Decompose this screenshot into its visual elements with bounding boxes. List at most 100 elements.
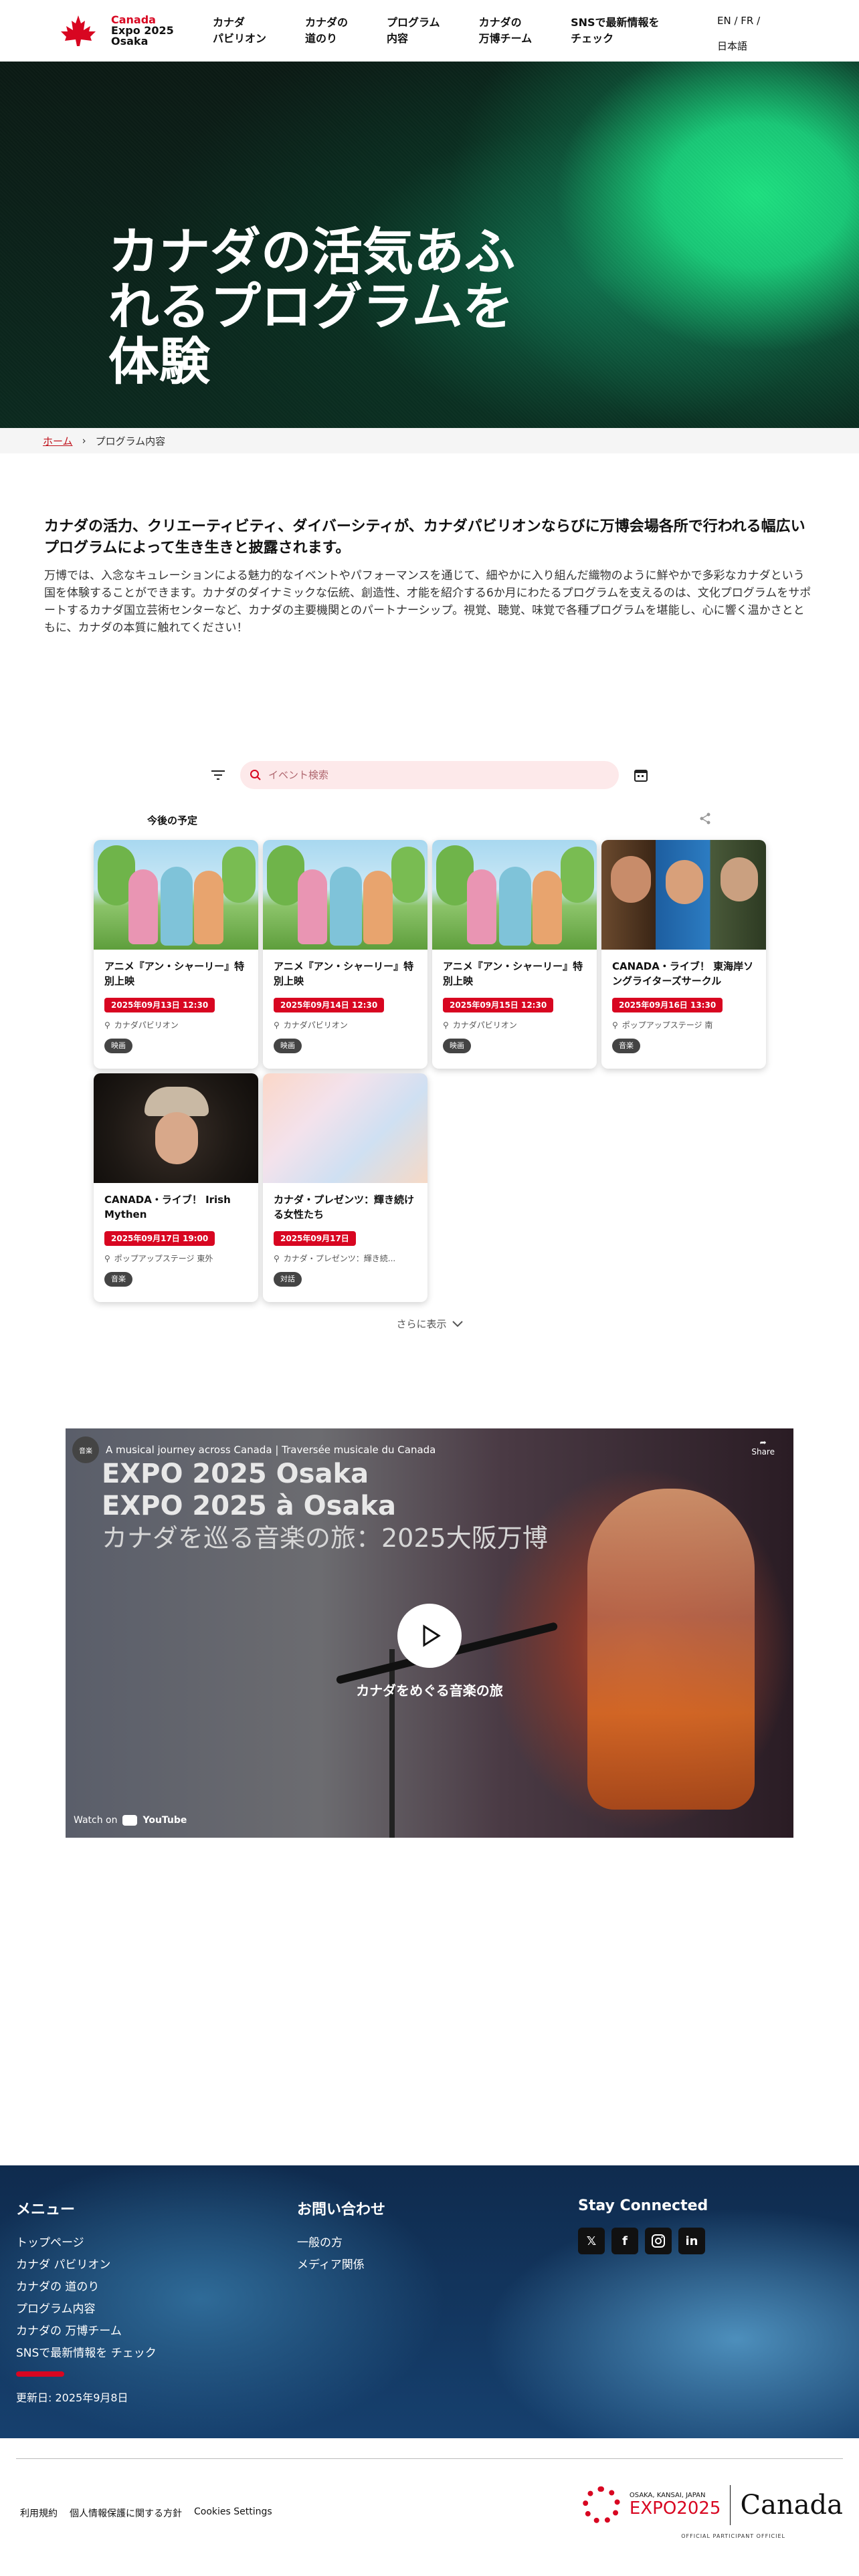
video-share-button[interactable]: ➦ Share xyxy=(751,1438,775,1457)
lang-ja[interactable]: 日本語 xyxy=(717,40,747,52)
footer-link-media[interactable]: メディア関係 xyxy=(297,2254,385,2276)
chevron-down-icon xyxy=(452,1320,463,1327)
footer-menu-title: メニュー xyxy=(16,2202,76,2218)
event-card[interactable]: アニメ『アン・シャーリー』特別上映 2025年09月14日 12:30 ⚲ カナダ… xyxy=(263,840,427,1069)
footer-link-sns[interactable]: SNSで最新情報を チェック xyxy=(16,2343,157,2365)
maple-leaf-icon xyxy=(61,15,96,46)
x-twitter-icon[interactable]: 𝕏 xyxy=(578,2228,605,2254)
play-button[interactable] xyxy=(397,1604,462,1668)
location-pin-icon: ⚲ xyxy=(104,1020,110,1030)
site-footer: メニュー トップページ カナダ パビリオン カナダの 道のり プログラム内容 カ… xyxy=(0,2165,859,2438)
event-image-songwriters xyxy=(601,840,766,950)
event-tag: 映画 xyxy=(274,1039,302,1053)
nav-expo-team[interactable]: カナダの 万博チーム xyxy=(479,15,533,47)
canada-wordmark: Canada xyxy=(740,2490,843,2520)
event-title: CANADA・ライブ！ 東海岸ソングライターズサークル xyxy=(612,960,754,987)
event-card-grid: アニメ『アン・シャーリー』特別上映 2025年09月13日 12:30 ⚲ カナダ… xyxy=(94,840,766,1302)
site-header: Canada Expo 2025 Osaka カナダ パビリオン カナダの 道の… xyxy=(0,0,859,62)
video-text-line2: EXPO 2025 à Osaka xyxy=(102,1491,396,1521)
event-card[interactable]: CANADA・ライブ！ Irish Mythen 2025年09月17日 19:… xyxy=(94,1073,258,1302)
search-input[interactable] xyxy=(268,769,589,781)
video-caption: カナダをめぐる音楽の旅 xyxy=(356,1683,503,1699)
channel-avatar[interactable]: 音楽 xyxy=(72,1436,99,1463)
hero-banner: カナダの活気あふれるプログラムを体験 xyxy=(0,62,859,428)
footer-divider xyxy=(16,2458,843,2459)
cookies-settings-link[interactable]: Cookies Settings xyxy=(194,2506,272,2520)
event-tag: 音楽 xyxy=(612,1039,640,1053)
breadcrumb-current: プログラム内容 xyxy=(95,435,166,447)
show-more-label: さらに表示 xyxy=(396,1318,447,1330)
linkedin-icon[interactable]: in xyxy=(678,2228,705,2254)
share-arrow-icon: ➦ xyxy=(759,1438,767,1447)
privacy-link[interactable]: 個人情報保護に関する方針 xyxy=(70,2506,182,2520)
expo-canada-logos: OSAKA, KANSAI, JAPAN EXPO2025 Canada xyxy=(582,2485,843,2525)
event-image-irish-mythen xyxy=(94,1073,258,1183)
event-card[interactable]: アニメ『アン・シャーリー』特別上映 2025年09月15日 12:30 ⚲ カナダ… xyxy=(432,840,597,1069)
facebook-icon[interactable]: f xyxy=(611,2228,638,2254)
footer-social-title: Stay Connected xyxy=(578,2197,708,2214)
event-tag: 映画 xyxy=(104,1039,132,1053)
video-text-line3: カナダを巡る音楽の旅：2025大阪万博 xyxy=(102,1523,548,1553)
event-date: 2025年09月17日 xyxy=(274,1231,356,1246)
event-image-anne xyxy=(94,840,258,950)
event-location-text: ポップアップステージ 東外 xyxy=(114,1254,213,1263)
video-player[interactable]: 音楽 A musical journey across Canada | Tra… xyxy=(66,1428,793,1838)
footer-contact: お問い合わせ 一般の方 メディア関係 xyxy=(297,2197,385,2276)
footer-link-pavilion[interactable]: カナダ パビリオン xyxy=(16,2254,157,2276)
event-toolbar xyxy=(0,761,859,789)
intro-heading: カナダの活力、クリエーティビティ、ダイバーシティが、カナダパビリオンならびに万博… xyxy=(44,518,805,556)
language-switcher: EN / FR / 日本語 xyxy=(717,15,761,52)
lang-fr[interactable]: FR xyxy=(741,15,753,27)
footer-link-general[interactable]: 一般の方 xyxy=(297,2232,385,2254)
footer-link-journey[interactable]: カナダの 道のり xyxy=(16,2276,157,2298)
footer-bottom: 利用規約 個人情報保護に関する方針 Cookies Settings OSAKA… xyxy=(0,2438,859,2557)
event-location: ⚲ ポップアップステージ 東外 xyxy=(104,1253,248,1264)
site-logo[interactable]: Canada Expo 2025 Osaka xyxy=(52,14,213,47)
instagram-icon[interactable] xyxy=(645,2228,672,2254)
footer-link-team[interactable]: カナダの 万博チーム xyxy=(16,2321,157,2343)
show-more-button[interactable]: さらに表示 xyxy=(0,1317,859,1331)
footer-menu: メニュー トップページ カナダ パビリオン カナダの 道のり プログラム内容 カ… xyxy=(16,2197,157,2365)
location-pin-icon: ⚲ xyxy=(612,1020,618,1030)
expo-2025-logo: OSAKA, KANSAI, JAPAN EXPO2025 xyxy=(630,2492,721,2518)
event-card[interactable]: カナダ・プレゼンツ：輝き続ける女性たち 2025年09月17日 ⚲ カナダ・プレゼ… xyxy=(263,1073,427,1302)
footer-link-program[interactable]: プログラム内容 xyxy=(16,2298,157,2321)
event-card[interactable]: CANADA・ライブ！ 東海岸ソングライターズサークル 2025年09月16日 … xyxy=(601,840,766,1069)
event-image-women xyxy=(263,1073,427,1183)
location-pin-icon: ⚲ xyxy=(274,1020,280,1030)
lang-en[interactable]: EN xyxy=(717,15,731,27)
watch-on-youtube[interactable]: Watch on YouTube xyxy=(74,1815,187,1826)
event-tag: 映画 xyxy=(443,1039,471,1053)
event-date: 2025年09月16日 13:30 xyxy=(612,998,723,1012)
nav-canada-pavilion[interactable]: カナダ パビリオン xyxy=(213,15,266,47)
logo-line-osaka: Osaka xyxy=(111,35,149,47)
event-location-text: ポップアップステージ 南 xyxy=(622,1021,713,1030)
social-links: 𝕏 f in xyxy=(578,2228,708,2254)
calendar-icon[interactable] xyxy=(630,764,652,786)
chevron-right-icon: › xyxy=(82,435,86,447)
terms-link[interactable]: 利用規約 xyxy=(20,2506,58,2520)
event-tag: 対話 xyxy=(274,1272,302,1287)
event-location: ⚲ カナダ・プレゼンツ：輝き続... xyxy=(274,1253,417,1264)
share-icon[interactable] xyxy=(698,812,712,828)
video-title[interactable]: A musical journey across Canada | Traver… xyxy=(106,1444,436,1456)
nav-canada-journey[interactable]: カナダの 道のり xyxy=(305,15,348,47)
filter-icon[interactable] xyxy=(207,764,229,786)
event-date: 2025年09月14日 12:30 xyxy=(274,998,385,1012)
event-card[interactable]: アニメ『アン・シャーリー』特別上映 2025年09月13日 12:30 ⚲ カナダ… xyxy=(94,840,258,1069)
event-date: 2025年09月15日 12:30 xyxy=(443,998,554,1012)
breadcrumb-home[interactable]: ホーム xyxy=(43,434,73,448)
logo-divider xyxy=(730,2485,731,2525)
footer-contact-title: お問い合わせ xyxy=(297,2202,386,2218)
footer-link-top[interactable]: トップページ xyxy=(16,2232,157,2254)
event-location: ⚲ カナダパビリオン xyxy=(443,1019,586,1031)
event-title: CANADA・ライブ！ Irish Mythen xyxy=(104,1194,231,1220)
intro-body: 万博では、入念なキュレーションによる魅力的なイベントやパフォーマンスを通じて、細… xyxy=(44,569,812,635)
event-location: ⚲ ポップアップステージ 南 xyxy=(612,1019,755,1031)
singer-image xyxy=(587,1489,755,1810)
youtube-label: YouTube xyxy=(142,1815,187,1826)
search-box xyxy=(240,761,619,789)
nav-sns[interactable]: SNSで最新情報を チェック xyxy=(571,15,659,47)
nav-program[interactable]: プログラム 内容 xyxy=(387,15,440,47)
share-label: Share xyxy=(751,1447,775,1457)
